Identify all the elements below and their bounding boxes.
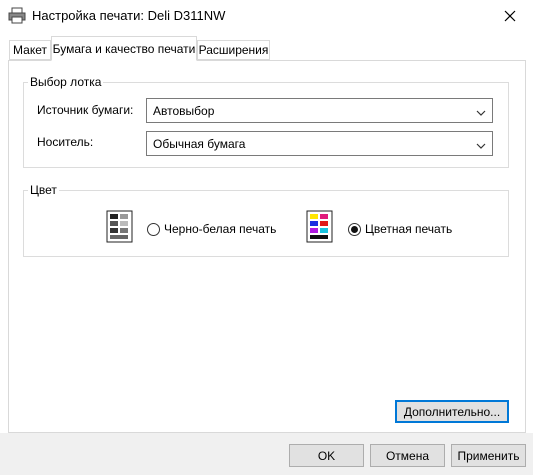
paper-source-select[interactable]: Автовыбор [146,98,493,123]
bw-print-radio[interactable]: Черно-белая печать [147,222,276,236]
tab-layout[interactable]: Макет [9,40,51,60]
chevron-down-icon [476,106,486,116]
chevron-down-icon [476,139,486,149]
bw-radio-circle[interactable] [147,222,160,236]
grayscale-document-icon [106,210,133,246]
ok-button[interactable]: OK [289,444,364,467]
color-legend: Цвет [28,183,59,197]
bw-print-label: Черно-белая печать [164,222,277,236]
color-radio-circle[interactable] [348,222,361,236]
tab-extensions[interactable]: Расширения [197,40,270,60]
close-icon[interactable] [487,0,533,31]
window-title: Настройка печати: Deli D311NW [32,8,226,23]
cancel-button[interactable]: Отмена [370,444,445,467]
media-select[interactable]: Обычная бумага [146,131,493,156]
printer-icon [8,7,26,24]
paper-source-value: Автовыбор [153,103,215,118]
color-document-icon [306,210,333,246]
tray-legend: Выбор лотка [28,75,104,89]
tab-paper-quality[interactable]: Бумага и качество печати [51,36,197,61]
media-value: Обычная бумага [153,136,246,151]
media-label: Носитель: [37,135,94,149]
paper-source-label: Источник бумаги: [37,103,134,117]
apply-button[interactable]: Применить [451,444,526,467]
advanced-button[interactable]: Дополнительно... [395,400,509,423]
title-bar: Настройка печати: Deli D311NW [0,0,533,31]
color-print-radio[interactable]: Цветная печать [348,222,452,236]
color-print-label: Цветная печать [365,222,453,236]
